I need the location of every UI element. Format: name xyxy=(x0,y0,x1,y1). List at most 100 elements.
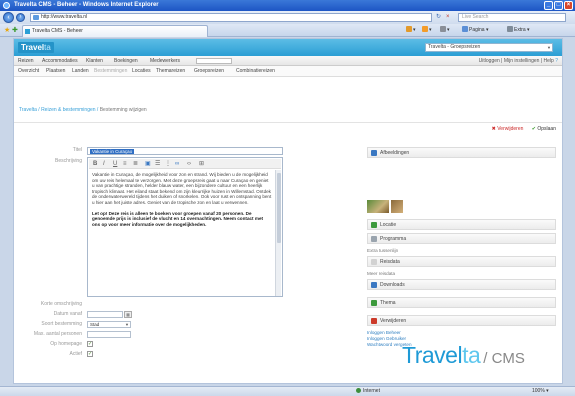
breadcrumb: Travelta / Reizen & bestemmingen / Beste… xyxy=(19,107,147,113)
menu-item-reizen[interactable]: Reizen xyxy=(18,56,34,66)
table-icon[interactable]: ⊞ xyxy=(199,160,204,168)
panel-theme[interactable]: Thema xyxy=(367,297,556,308)
browser-tab[interactable]: Travelta CMS - Beheer xyxy=(22,25,208,37)
submenu-plaatsen[interactable]: Plaatsen xyxy=(46,66,65,77)
editor-bold-paragraph: Let op! Deze reis is alleen te boeken vo… xyxy=(92,210,264,227)
site-select-value: Travelta - Groepsreizen xyxy=(428,44,481,50)
security-zone: Internet xyxy=(356,387,380,396)
bold-icon[interactable]: B xyxy=(93,160,97,168)
favorites-star-icon[interactable]: ★ xyxy=(4,27,10,34)
minimize-button[interactable]: _ xyxy=(544,1,553,10)
max-persons-label: Max. aantal personen xyxy=(33,331,82,337)
tools-menu[interactable]: Extra ▾ xyxy=(507,26,530,35)
save-button[interactable]: ✔ Opslaan xyxy=(532,126,556,132)
tab-favicon xyxy=(25,29,30,34)
destination-type-value: Stad xyxy=(90,322,100,327)
back-icon[interactable]: ‹ xyxy=(3,12,14,23)
scrollbar-thumb[interactable] xyxy=(277,173,281,243)
program-icon xyxy=(371,236,377,242)
site-select[interactable]: Travelta - Groepsreizen xyxy=(425,43,553,52)
panel-downloads[interactable]: Downloads xyxy=(367,279,556,290)
delete-button[interactable]: ✖ Verwijderen xyxy=(492,126,524,132)
refresh-icon[interactable]: ↻ xyxy=(436,13,441,22)
italic-icon[interactable]: I xyxy=(103,160,105,168)
destination-type-select[interactable]: Stad xyxy=(87,321,131,328)
align-left-icon[interactable]: ≡ xyxy=(123,160,127,168)
downloads-icon xyxy=(371,282,377,288)
divider xyxy=(14,122,562,123)
submenu-themareizen[interactable]: Themareizen xyxy=(156,66,185,77)
submenu-locaties[interactable]: Locaties xyxy=(132,66,151,77)
theme-icon xyxy=(371,300,377,306)
sub-menu: Overzicht Plaatsen Landen Bestemmingen L… xyxy=(14,66,562,77)
forward-icon[interactable]: › xyxy=(16,13,25,22)
editor-content[interactable]: Vakantie in Curaçao, de mogelijkheid voo… xyxy=(92,172,272,294)
zoom-control[interactable]: 100% ▾ xyxy=(532,387,549,396)
editor-scrollbar[interactable] xyxy=(275,170,281,296)
underline-icon[interactable]: U xyxy=(113,160,117,168)
submenu-landen[interactable]: Landen xyxy=(72,66,89,77)
help-link[interactable]: Help xyxy=(544,58,554,64)
image-icon[interactable]: ▣ xyxy=(145,160,151,168)
sidebar-label: Extra tussenlijn xyxy=(367,248,399,253)
link-icon[interactable]: ∞ xyxy=(175,160,179,168)
panel-images[interactable]: Afbeeldingen xyxy=(367,147,556,158)
submenu-overzicht[interactable]: Overzicht xyxy=(18,66,39,77)
max-persons-input[interactable] xyxy=(87,331,131,338)
source-icon[interactable]: ‹› xyxy=(187,160,191,168)
tab-title: Travelta CMS - Beheer xyxy=(32,28,83,34)
maximize-button[interactable]: □ xyxy=(554,1,563,10)
print-button[interactable]: ▾ xyxy=(440,26,450,35)
thumbnail-image[interactable] xyxy=(391,200,403,213)
breadcrumb-home[interactable]: Travelta xyxy=(19,107,37,113)
delete-panel-icon xyxy=(371,318,377,324)
menu-item-klanten[interactable]: Klanten xyxy=(86,56,103,66)
destination-type-label: Soort bestemming xyxy=(41,321,82,327)
panel-travel-dates[interactable]: Reisdata xyxy=(367,256,556,267)
align-center-icon[interactable]: ≣ xyxy=(133,160,138,168)
thumbnail-image[interactable] xyxy=(367,200,389,213)
submenu-groepsreizen[interactable]: Groepsreizen xyxy=(194,66,224,77)
page-menu[interactable]: Pagina ▾ xyxy=(462,26,488,35)
page-icon xyxy=(33,15,39,20)
search-field[interactable]: Live Search xyxy=(458,13,566,22)
save-label: Opslaan xyxy=(537,126,556,132)
logo-main-text: Travel xyxy=(21,43,45,52)
cms-logo[interactable]: Travelta xyxy=(18,42,54,53)
breadcrumb-section[interactable]: Reizen & bestemmingen xyxy=(41,107,95,113)
submenu-bestemmingen[interactable]: Bestemmingen xyxy=(94,66,127,77)
page-menu-icon xyxy=(462,26,468,32)
show-online-checkbox[interactable]: ✓ xyxy=(87,341,93,347)
logout-link[interactable]: Uitloggen xyxy=(479,58,500,64)
panel-delete[interactable]: Verwijderen xyxy=(367,315,556,326)
rich-text-editor[interactable]: B I U ≡ ≣ ▣ ☰ ⋮ ∞ ‹› ⊞ Vakantie in Curaç… xyxy=(87,157,283,297)
help-icon[interactable]: ? xyxy=(555,58,558,64)
menu-item-accommodaties[interactable]: Accommodaties xyxy=(42,56,78,66)
panel-program[interactable]: Programma xyxy=(367,233,556,244)
settings-link[interactable]: Mijn instellingen xyxy=(504,58,540,64)
close-button[interactable]: × xyxy=(564,1,573,10)
description-label: Beschrijving xyxy=(55,158,82,164)
active-checkbox[interactable]: ✓ xyxy=(87,351,93,357)
add-favorite-icon[interactable]: ✚ xyxy=(12,27,18,34)
editor-toolbar: B I U ≡ ≣ ▣ ☰ ⋮ ∞ ‹› ⊞ xyxy=(89,159,281,169)
start-date-input[interactable] xyxy=(87,311,123,318)
title-input[interactable]: Vakantie in Curaçao xyxy=(87,147,283,155)
home-button[interactable]: ▾ xyxy=(406,26,416,35)
breadcrumb-current: Bestemming wijzigen xyxy=(99,107,147,113)
panel-theme-label: Thema xyxy=(380,300,396,306)
stop-icon[interactable]: × xyxy=(446,13,450,22)
zoom-level: 100% xyxy=(532,388,545,394)
numbered-list-icon[interactable]: ⋮ xyxy=(165,160,171,168)
calendar-icon[interactable]: ▦ xyxy=(124,311,132,318)
panel-location[interactable]: Locatie xyxy=(367,219,556,230)
tab-bar: ★ ✚ Travelta CMS - Beheer ▾ ▾ ▾ Pagina ▾… xyxy=(0,24,575,37)
menu-item-boekingen[interactable]: Boekingen xyxy=(114,56,138,66)
feeds-button[interactable]: ▾ xyxy=(422,26,432,35)
menu-search-input[interactable] xyxy=(196,58,232,64)
menu-item-medewerkers[interactable]: Medewerkers xyxy=(150,56,180,66)
url-field[interactable]: http://www.travelta.nl xyxy=(30,13,432,22)
list-icon[interactable]: ☰ xyxy=(155,160,160,168)
window-titlebar: Travelta CMS - Beheer - Windows Internet… xyxy=(0,0,575,11)
submenu-combinatiereizen[interactable]: Combinatiereizen xyxy=(236,66,275,77)
